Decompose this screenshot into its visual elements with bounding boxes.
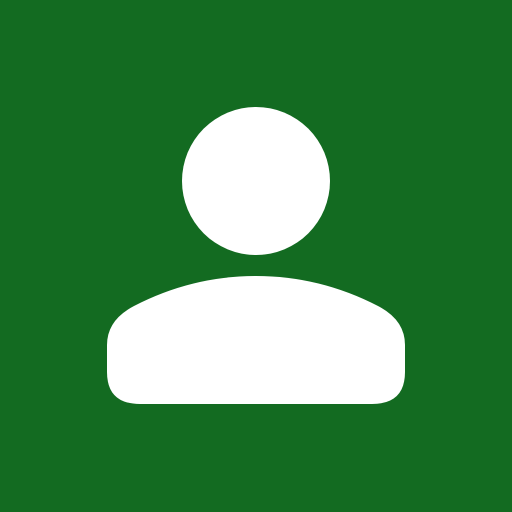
avatar [0,0,512,512]
user-body-shape [107,276,405,404]
user-icon [107,107,405,404]
user-head-shape [182,107,330,255]
